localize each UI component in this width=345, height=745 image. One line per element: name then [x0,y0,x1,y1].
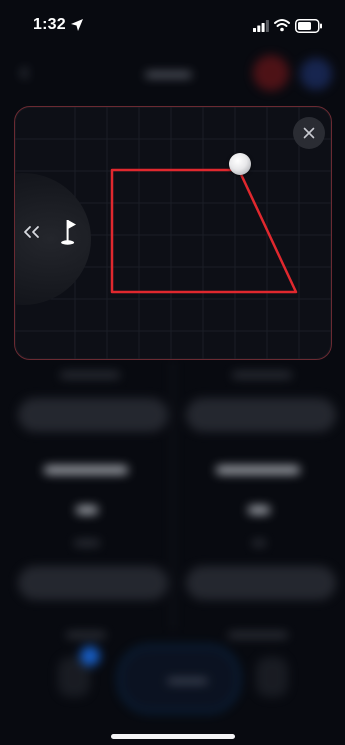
background-placeholder [76,506,98,514]
background-placeholder [232,372,292,378]
background-pill-placeholder: ▬▬▬ [168,671,207,686]
boundary-shape[interactable] [15,107,331,359]
background-placeholder [252,540,266,546]
background-card [186,566,336,600]
phone-screen: ▬▬▬ ▬▬▬ 1:32 [0,0,345,745]
background-card [18,398,168,432]
wifi-icon [274,19,290,32]
back-icon [20,67,28,79]
background-red-button [253,55,289,91]
background-card [186,398,336,432]
background-divider [172,360,174,630]
home-indicator[interactable] [111,734,235,739]
close-button[interactable] [293,117,325,149]
background-placeholder [60,372,120,378]
status-time: 1:32 [33,16,66,33]
drag-handle[interactable] [229,153,251,175]
background-placeholder [66,632,106,638]
background-placeholder [216,466,300,474]
background-blue-button [300,58,332,90]
battery-icon [295,19,322,33]
close-icon [303,127,315,139]
background-placeholder [248,506,270,514]
status-bar: 1:32 [0,0,345,48]
background-blue-dot [80,646,100,666]
background-placeholder [74,540,100,546]
background-title: ▬▬▬ [146,64,191,81]
signal-icon [253,20,269,32]
background-placeholder [228,632,288,638]
background-button-right [256,657,288,697]
background-placeholder [44,466,128,474]
shape-editor-overlay [14,106,332,360]
location-arrow-icon [71,19,83,31]
background-card [18,566,168,600]
